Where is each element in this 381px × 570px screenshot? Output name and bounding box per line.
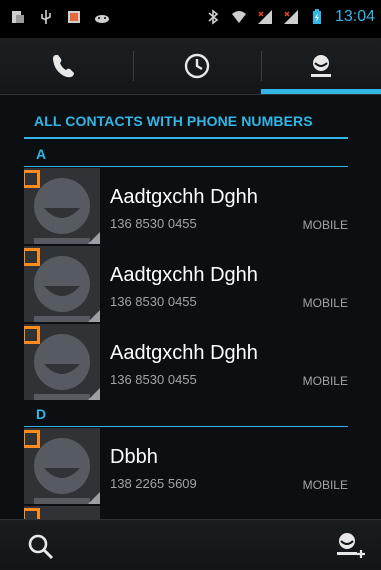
contact-avatar[interactable] [24, 506, 100, 519]
contact-phone: 136 8530 0455 [110, 372, 197, 387]
clock-icon [184, 53, 209, 79]
signal-icon [257, 10, 272, 24]
add-contact-icon[interactable] [333, 530, 367, 564]
gallery-icon [68, 11, 80, 23]
signal-icon [283, 10, 298, 24]
search-icon[interactable] [26, 532, 56, 562]
contact-row[interactable]: Aadtgxchh Dghh 136 8530 0455 MOBILE [24, 324, 348, 400]
tab-bar [0, 38, 381, 95]
tab-contacts[interactable] [261, 38, 381, 94]
bluetooth-icon [208, 9, 219, 25]
contact-name: Dbbh [110, 446, 158, 468]
sim-badge-icon [24, 326, 40, 344]
contact-avatar[interactable] [24, 428, 100, 504]
contact-list[interactable]: ALL CONTACTS WITH PHONE NUMBERS A Aadtgx… [0, 95, 381, 519]
screenshot-icon [12, 11, 24, 23]
sim-badge-icon [24, 508, 40, 519]
contact-phone-type: MOBILE [302, 478, 348, 492]
status-right-icons: 13:04 [205, 8, 375, 26]
contact-phone-type: MOBILE [302, 218, 348, 232]
battery-charging-icon [312, 9, 321, 24]
contact-name: Aadtgxchh Dghh [110, 264, 258, 286]
bottom-action-bar [0, 519, 381, 570]
contact-avatar[interactable] [24, 246, 100, 322]
status-bar: 13:04 [0, 0, 381, 38]
section-header-d: D [24, 402, 348, 427]
contact-phone-type: MOBILE [302, 296, 348, 310]
tab-phone[interactable] [0, 38, 127, 94]
status-time: 13:04 [334, 8, 375, 25]
android-icon [95, 15, 109, 23]
contact-row[interactable]: Dbbh 138 2265 5609 MOBILE [24, 428, 348, 504]
tab-recent[interactable] [133, 38, 260, 94]
section-letter: A [36, 146, 47, 162]
usb-icon [41, 10, 51, 24]
contact-avatar[interactable] [24, 324, 100, 400]
section-header-a: A [24, 142, 348, 167]
contact-name: Aadtgxchh Dghh [110, 186, 258, 208]
status-left-icons [10, 9, 110, 25]
sim-badge-icon [24, 430, 40, 448]
sim-badge-icon [24, 248, 40, 266]
contact-phone-type: MOBILE [302, 374, 348, 388]
list-header: ALL CONTACTS WITH PHONE NUMBERS [34, 113, 313, 129]
contact-name: Aadtgxchh Dghh [110, 342, 258, 364]
contact-row[interactable] [24, 506, 348, 519]
contact-phone: 138 2265 5609 [110, 476, 197, 491]
contact-row[interactable]: Aadtgxchh Dghh 136 8530 0455 MOBILE [24, 168, 348, 244]
contact-avatar[interactable] [24, 168, 100, 244]
person-icon [311, 55, 331, 77]
wifi-icon [231, 11, 246, 23]
phone-icon [52, 55, 74, 78]
contact-phone: 136 8530 0455 [110, 216, 197, 231]
contact-row[interactable]: Aadtgxchh Dghh 136 8530 0455 MOBILE [24, 246, 348, 322]
list-header-divider [24, 137, 348, 139]
sim-badge-icon [24, 170, 40, 188]
contact-phone: 136 8530 0455 [110, 294, 197, 309]
section-letter: D [36, 406, 47, 422]
